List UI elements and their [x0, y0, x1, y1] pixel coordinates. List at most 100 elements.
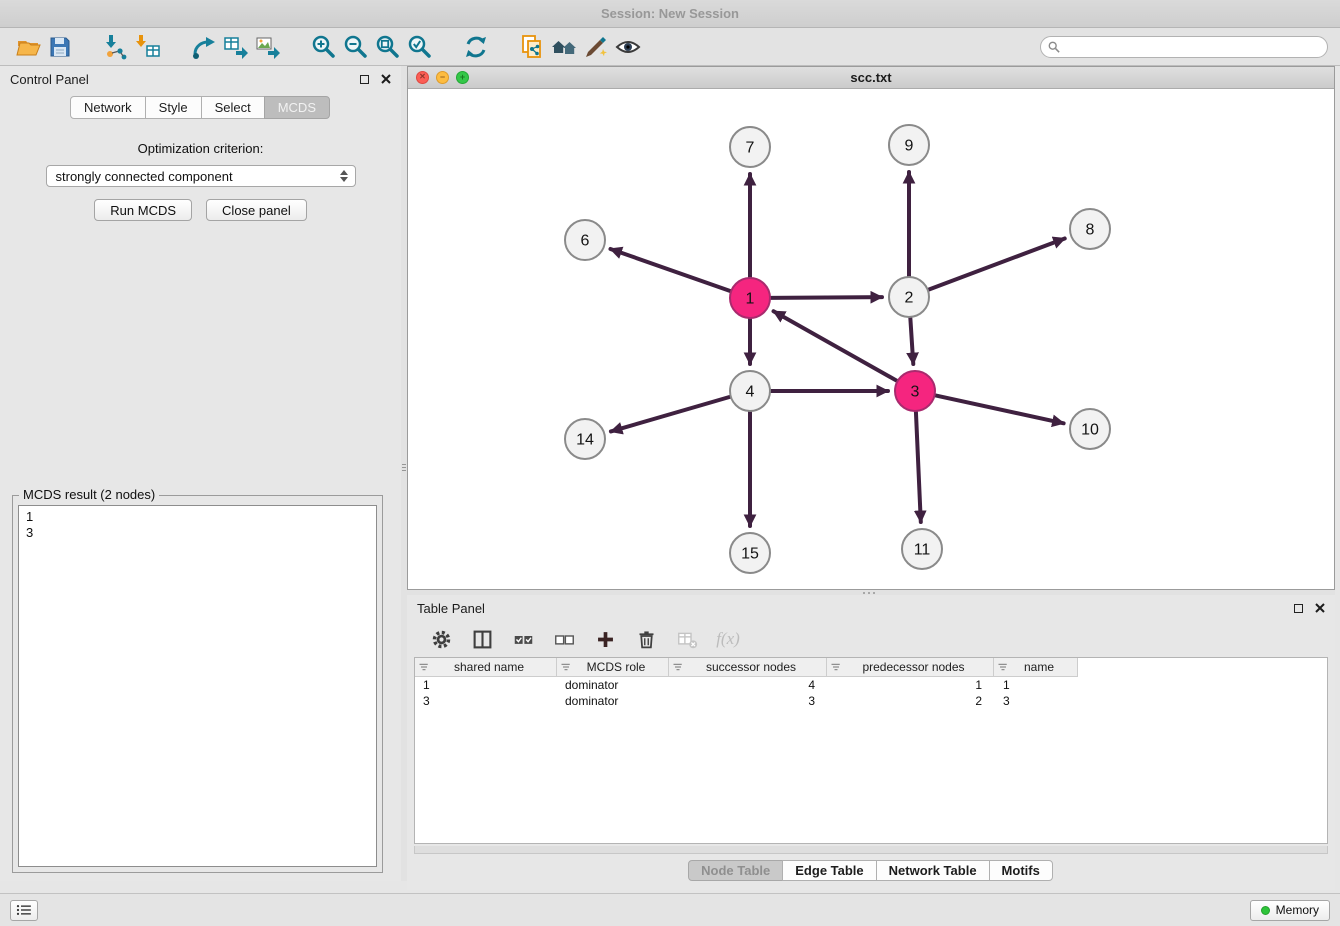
float-table-panel-button[interactable] [1294, 604, 1303, 613]
graph-node[interactable]: 3 [895, 371, 935, 411]
search-input[interactable] [1040, 36, 1328, 58]
graph-edge[interactable] [916, 412, 921, 522]
table-header-row: shared nameMCDS rolesuccessor nodes prede… [415, 658, 1327, 677]
table-cell: 3 [669, 693, 827, 709]
graph-edge[interactable] [936, 395, 1064, 423]
column-header[interactable]: successor nodes [669, 658, 827, 677]
run-mcds-button[interactable]: Run MCDS [94, 199, 192, 221]
zoom-selected-button[interactable] [404, 31, 436, 63]
graph-node[interactable]: 8 [1070, 209, 1110, 249]
tab-network-table[interactable]: Network Table [876, 860, 990, 881]
column-header-label: predecessor nodes [842, 660, 993, 674]
table-row[interactable]: 1dominator411 [415, 677, 1327, 693]
gear-icon [431, 629, 452, 650]
graph-node[interactable]: 11 [902, 529, 942, 569]
export-network-button[interactable] [188, 31, 220, 63]
save-session-button[interactable] [44, 31, 76, 63]
mcds-result-text[interactable]: 1 3 [18, 505, 377, 867]
column-header[interactable]: name [994, 658, 1078, 677]
graph-edge[interactable] [611, 397, 730, 432]
graph-node[interactable]: 4 [730, 371, 770, 411]
zoom-in-button[interactable] [308, 31, 340, 63]
refresh-view-button[interactable] [460, 31, 492, 63]
delete-table-button[interactable] [675, 627, 699, 651]
tab-edge-table[interactable]: Edge Table [782, 860, 876, 881]
zoom-fit-button[interactable] [372, 31, 404, 63]
window-maximize-icon[interactable] [456, 71, 469, 84]
graph-node[interactable]: 2 [889, 277, 929, 317]
tab-select[interactable]: Select [201, 96, 265, 119]
close-table-panel-button[interactable] [1315, 603, 1325, 613]
export-image-icon [255, 34, 281, 60]
graph-node[interactable]: 1 [730, 278, 770, 318]
column-header[interactable]: MCDS role [557, 658, 669, 677]
graph-node[interactable]: 9 [889, 125, 929, 165]
graph-node[interactable]: 15 [730, 533, 770, 573]
window-close-icon[interactable] [416, 71, 429, 84]
table-cell: 2 [827, 693, 994, 709]
import-network-icon [103, 34, 129, 60]
network-graph-canvas[interactable]: 7 9 6 8 1 2 4 3 14 10 15 11 [408, 89, 1334, 589]
splitter-grip-icon [402, 462, 406, 473]
network-window-titlebar[interactable]: scc.txt [408, 67, 1334, 89]
table-settings-button[interactable] [429, 627, 453, 651]
tab-node-table[interactable]: Node Table [688, 860, 783, 881]
export-table-button[interactable] [220, 31, 252, 63]
graph-node-label: 14 [576, 432, 594, 449]
optimization-criterion-label: Optimization criterion: [0, 141, 401, 156]
memory-status-icon [1261, 906, 1270, 915]
graph-node[interactable]: 10 [1070, 409, 1110, 449]
import-table-button[interactable] [132, 31, 164, 63]
graph-node[interactable]: 7 [730, 127, 770, 167]
zoom-in-icon [311, 34, 337, 60]
deselect-all-columns-button[interactable] [552, 627, 576, 651]
toolbar-search [1040, 36, 1328, 58]
graph-node[interactable]: 14 [565, 419, 605, 459]
memory-button[interactable]: Memory [1250, 900, 1330, 921]
graph-edge[interactable] [771, 297, 882, 298]
apply-style-button[interactable] [580, 31, 612, 63]
delete-column-button[interactable] [634, 627, 658, 651]
checked-boxes-icon [513, 629, 534, 650]
table-hscrollbar[interactable] [414, 846, 1328, 854]
window-titlebar: Session: New Session [0, 0, 1340, 28]
graph-node-label: 15 [741, 546, 759, 563]
copy-network-view-button[interactable] [516, 31, 548, 63]
home-layout-button[interactable] [548, 31, 580, 63]
table-cell: 1 [827, 677, 994, 693]
tab-style[interactable]: Style [145, 96, 202, 119]
column-header[interactable]: predecessor nodes [827, 658, 994, 677]
graph-edge[interactable] [929, 238, 1065, 289]
select-all-columns-button[interactable] [511, 627, 535, 651]
tab-motifs[interactable]: Motifs [989, 860, 1053, 881]
add-column-button[interactable] [593, 627, 617, 651]
close-panel-button[interactable] [381, 74, 391, 84]
zoom-out-icon [343, 34, 369, 60]
column-header[interactable]: shared name [415, 658, 557, 677]
plus-icon [595, 629, 616, 650]
graph-node[interactable]: 6 [565, 220, 605, 260]
show-columns-button[interactable] [470, 627, 494, 651]
zoom-out-button[interactable] [340, 31, 372, 63]
graph-edge[interactable] [610, 249, 730, 291]
graph-edge[interactable] [910, 318, 913, 364]
graph-edge[interactable] [774, 311, 897, 380]
tab-mcds[interactable]: MCDS [264, 96, 330, 119]
open-session-button[interactable] [12, 31, 44, 63]
task-history-button[interactable] [10, 900, 38, 921]
import-network-button[interactable] [100, 31, 132, 63]
column-header-label: name [1009, 660, 1077, 674]
close-panel-action-button[interactable]: Close panel [206, 199, 307, 221]
tab-network[interactable]: Network [70, 96, 146, 119]
window-minimize-icon[interactable] [436, 71, 449, 84]
show-hide-graphics-button[interactable] [612, 31, 644, 63]
optimization-criterion-select[interactable]: strongly connected component [46, 165, 356, 187]
splitter-grip-icon [863, 592, 875, 594]
export-image-button[interactable] [252, 31, 284, 63]
unchecked-boxes-icon [554, 629, 575, 650]
float-panel-button[interactable] [360, 75, 369, 84]
trash-icon [636, 629, 657, 650]
search-icon [1048, 41, 1060, 53]
table-row[interactable]: 3dominator323 [415, 693, 1327, 709]
function-builder-button[interactable]: f(x) [716, 627, 740, 651]
